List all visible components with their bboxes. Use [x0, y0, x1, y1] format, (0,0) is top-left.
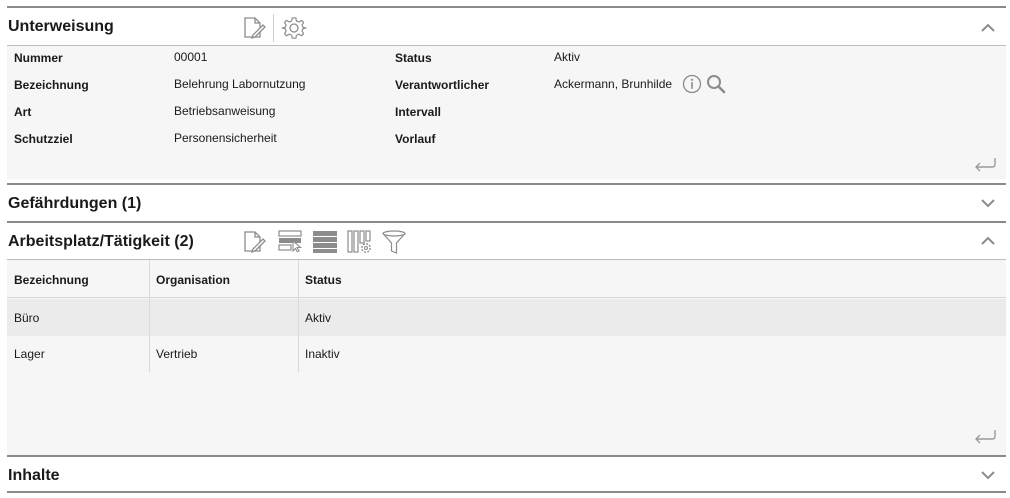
- status-label: Status: [395, 51, 432, 65]
- chevron-up-icon[interactable]: [980, 236, 996, 246]
- arbeitsplatz-header[interactable]: Arbeitsplatz/Tätigkeit (2): [7, 221, 1006, 259]
- inhalte-header[interactable]: Inhalte: [7, 455, 1006, 493]
- filter-icon[interactable]: [381, 230, 407, 254]
- intervall-label: Intervall: [395, 105, 442, 119]
- list-view-icon[interactable]: [313, 231, 337, 253]
- toolbar-divider: [273, 14, 274, 42]
- table-header-row: Bezeichnung Organisation Status: [7, 260, 1006, 298]
- vorlauf-label: Vorlauf: [395, 132, 436, 146]
- nummer-label: Nummer: [14, 51, 63, 65]
- gefaehrdungen-title: Gefährdungen (1): [8, 195, 142, 212]
- column-settings-icon[interactable]: [347, 230, 373, 254]
- return-icon[interactable]: [973, 428, 997, 446]
- unterweisung-details: Nummer 00001 Bezeichnung Belehrung Labor…: [7, 46, 1006, 179]
- status-value: Aktiv: [554, 50, 581, 64]
- unterweisung-title: Unterweisung: [8, 18, 114, 35]
- row-status: Aktiv: [305, 311, 332, 325]
- verantwortlicher-value: Ackermann, Brunhilde: [554, 77, 673, 91]
- chevron-up-icon[interactable]: [980, 23, 996, 33]
- select-rows-icon[interactable]: [278, 230, 304, 252]
- unterweisung-header[interactable]: Unterweisung: [7, 6, 1006, 45]
- table-row[interactable]: Lager Vertrieb Inaktiv: [7, 336, 1006, 372]
- chevron-down-icon[interactable]: [980, 198, 996, 208]
- search-icon[interactable]: [706, 74, 726, 94]
- column-divider: [149, 260, 150, 372]
- row-organisation: Vertrieb: [156, 347, 198, 361]
- art-value: Betriebsanweisung: [174, 104, 276, 118]
- settings-icon[interactable]: [281, 15, 307, 41]
- row-bezeichnung: Lager: [14, 347, 45, 361]
- row-status: Inaktiv: [305, 347, 340, 361]
- inhalte-title: Inhalte: [8, 467, 60, 484]
- column-header-bezeichnung[interactable]: Bezeichnung: [14, 273, 89, 287]
- arbeitsplatz-title: Arbeitsplatz/Tätigkeit (2): [8, 233, 194, 250]
- edit-icon[interactable]: [242, 230, 266, 254]
- column-divider: [298, 260, 299, 372]
- return-icon[interactable]: [973, 156, 997, 174]
- info-icon[interactable]: [682, 74, 702, 94]
- row-bezeichnung: Büro: [14, 311, 40, 325]
- nummer-value: 00001: [174, 50, 208, 64]
- verantwortlicher-label: Verantwortlicher: [395, 78, 490, 92]
- gefaehrdungen-header[interactable]: Gefährdungen (1): [7, 183, 1006, 221]
- column-header-organisation[interactable]: Organisation: [156, 273, 230, 287]
- schutzziel-label: Schutzziel: [14, 132, 73, 146]
- bezeichnung-value: Belehrung Labornutzung: [174, 77, 306, 91]
- schutzziel-value: Personensicherheit: [174, 131, 277, 145]
- column-header-status[interactable]: Status: [305, 273, 342, 287]
- table-row[interactable]: Büro Aktiv: [7, 299, 1006, 336]
- art-label: Art: [14, 105, 32, 119]
- arbeitsplatz-panel: Bezeichnung Organisation Status Büro Akt…: [7, 260, 1006, 455]
- edit-icon[interactable]: [242, 16, 266, 40]
- chevron-down-icon[interactable]: [980, 470, 996, 480]
- bezeichnung-label: Bezeichnung: [14, 78, 89, 92]
